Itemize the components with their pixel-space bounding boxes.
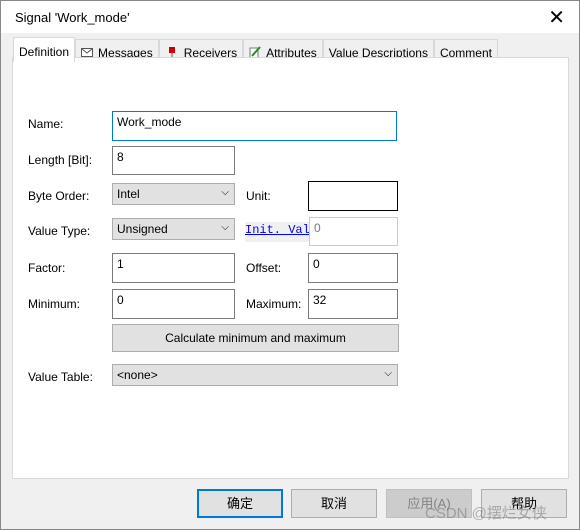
tab-definition[interactable]: Definition [13,37,76,62]
value-table-select[interactable]: <none> ⌵ [112,364,398,386]
byte-order-value: Intel [117,187,140,201]
byte-order-label: Byte Order: [28,189,90,203]
tab-label: Definition [19,45,70,59]
definition-panel: Name: Work_mode Length [Bit]: 8 Byte Ord… [12,57,569,479]
maximum-input[interactable]: 32 [308,289,398,319]
name-input[interactable]: Work_mode [112,111,397,141]
length-input[interactable]: 8 [112,146,235,175]
close-icon[interactable]: ✕ [548,5,565,30]
envelope-icon [81,48,94,57]
tab-bar: Definition Messages Receivers Attributes… [13,37,498,62]
unit-label: Unit: [246,189,271,203]
byte-order-select[interactable]: Intel ⌵ [112,183,235,205]
minimum-input[interactable]: 0 [112,289,235,319]
watermark: CSDN @摆烂女侠 [425,505,547,522]
value-type-value: Unsigned [117,222,168,236]
chevron-down-icon: ⌵ [221,222,229,233]
init-value-link[interactable]: Init. Value [245,222,309,242]
name-label: Name: [28,117,64,131]
ok-button[interactable]: 确定 [197,489,283,518]
maximum-label: Maximum: [246,297,302,311]
offset-label: Offset: [246,261,282,275]
title-bar: Signal 'Work_mode' ✕ [1,1,579,33]
unit-input[interactable] [308,181,398,211]
offset-input[interactable]: 0 [308,253,398,283]
factor-label: Factor: [28,261,66,275]
value-type-label: Value Type: [28,224,91,238]
calculate-min-max-button[interactable]: Calculate minimum and maximum [112,324,399,352]
window-title: Signal 'Work_mode' [15,10,130,25]
value-type-select[interactable]: Unsigned ⌵ [112,218,235,240]
minimum-label: Minimum: [28,297,81,311]
chevron-down-icon: ⌵ [384,368,392,379]
chevron-down-icon: ⌵ [221,187,229,198]
value-table-value: <none> [117,368,158,382]
factor-input[interactable]: 1 [112,253,235,283]
length-label: Length [Bit]: [28,153,93,167]
cancel-button[interactable]: 取消 [291,489,377,518]
value-table-label: Value Table: [28,370,93,384]
init-value-input: 0 [309,217,398,246]
